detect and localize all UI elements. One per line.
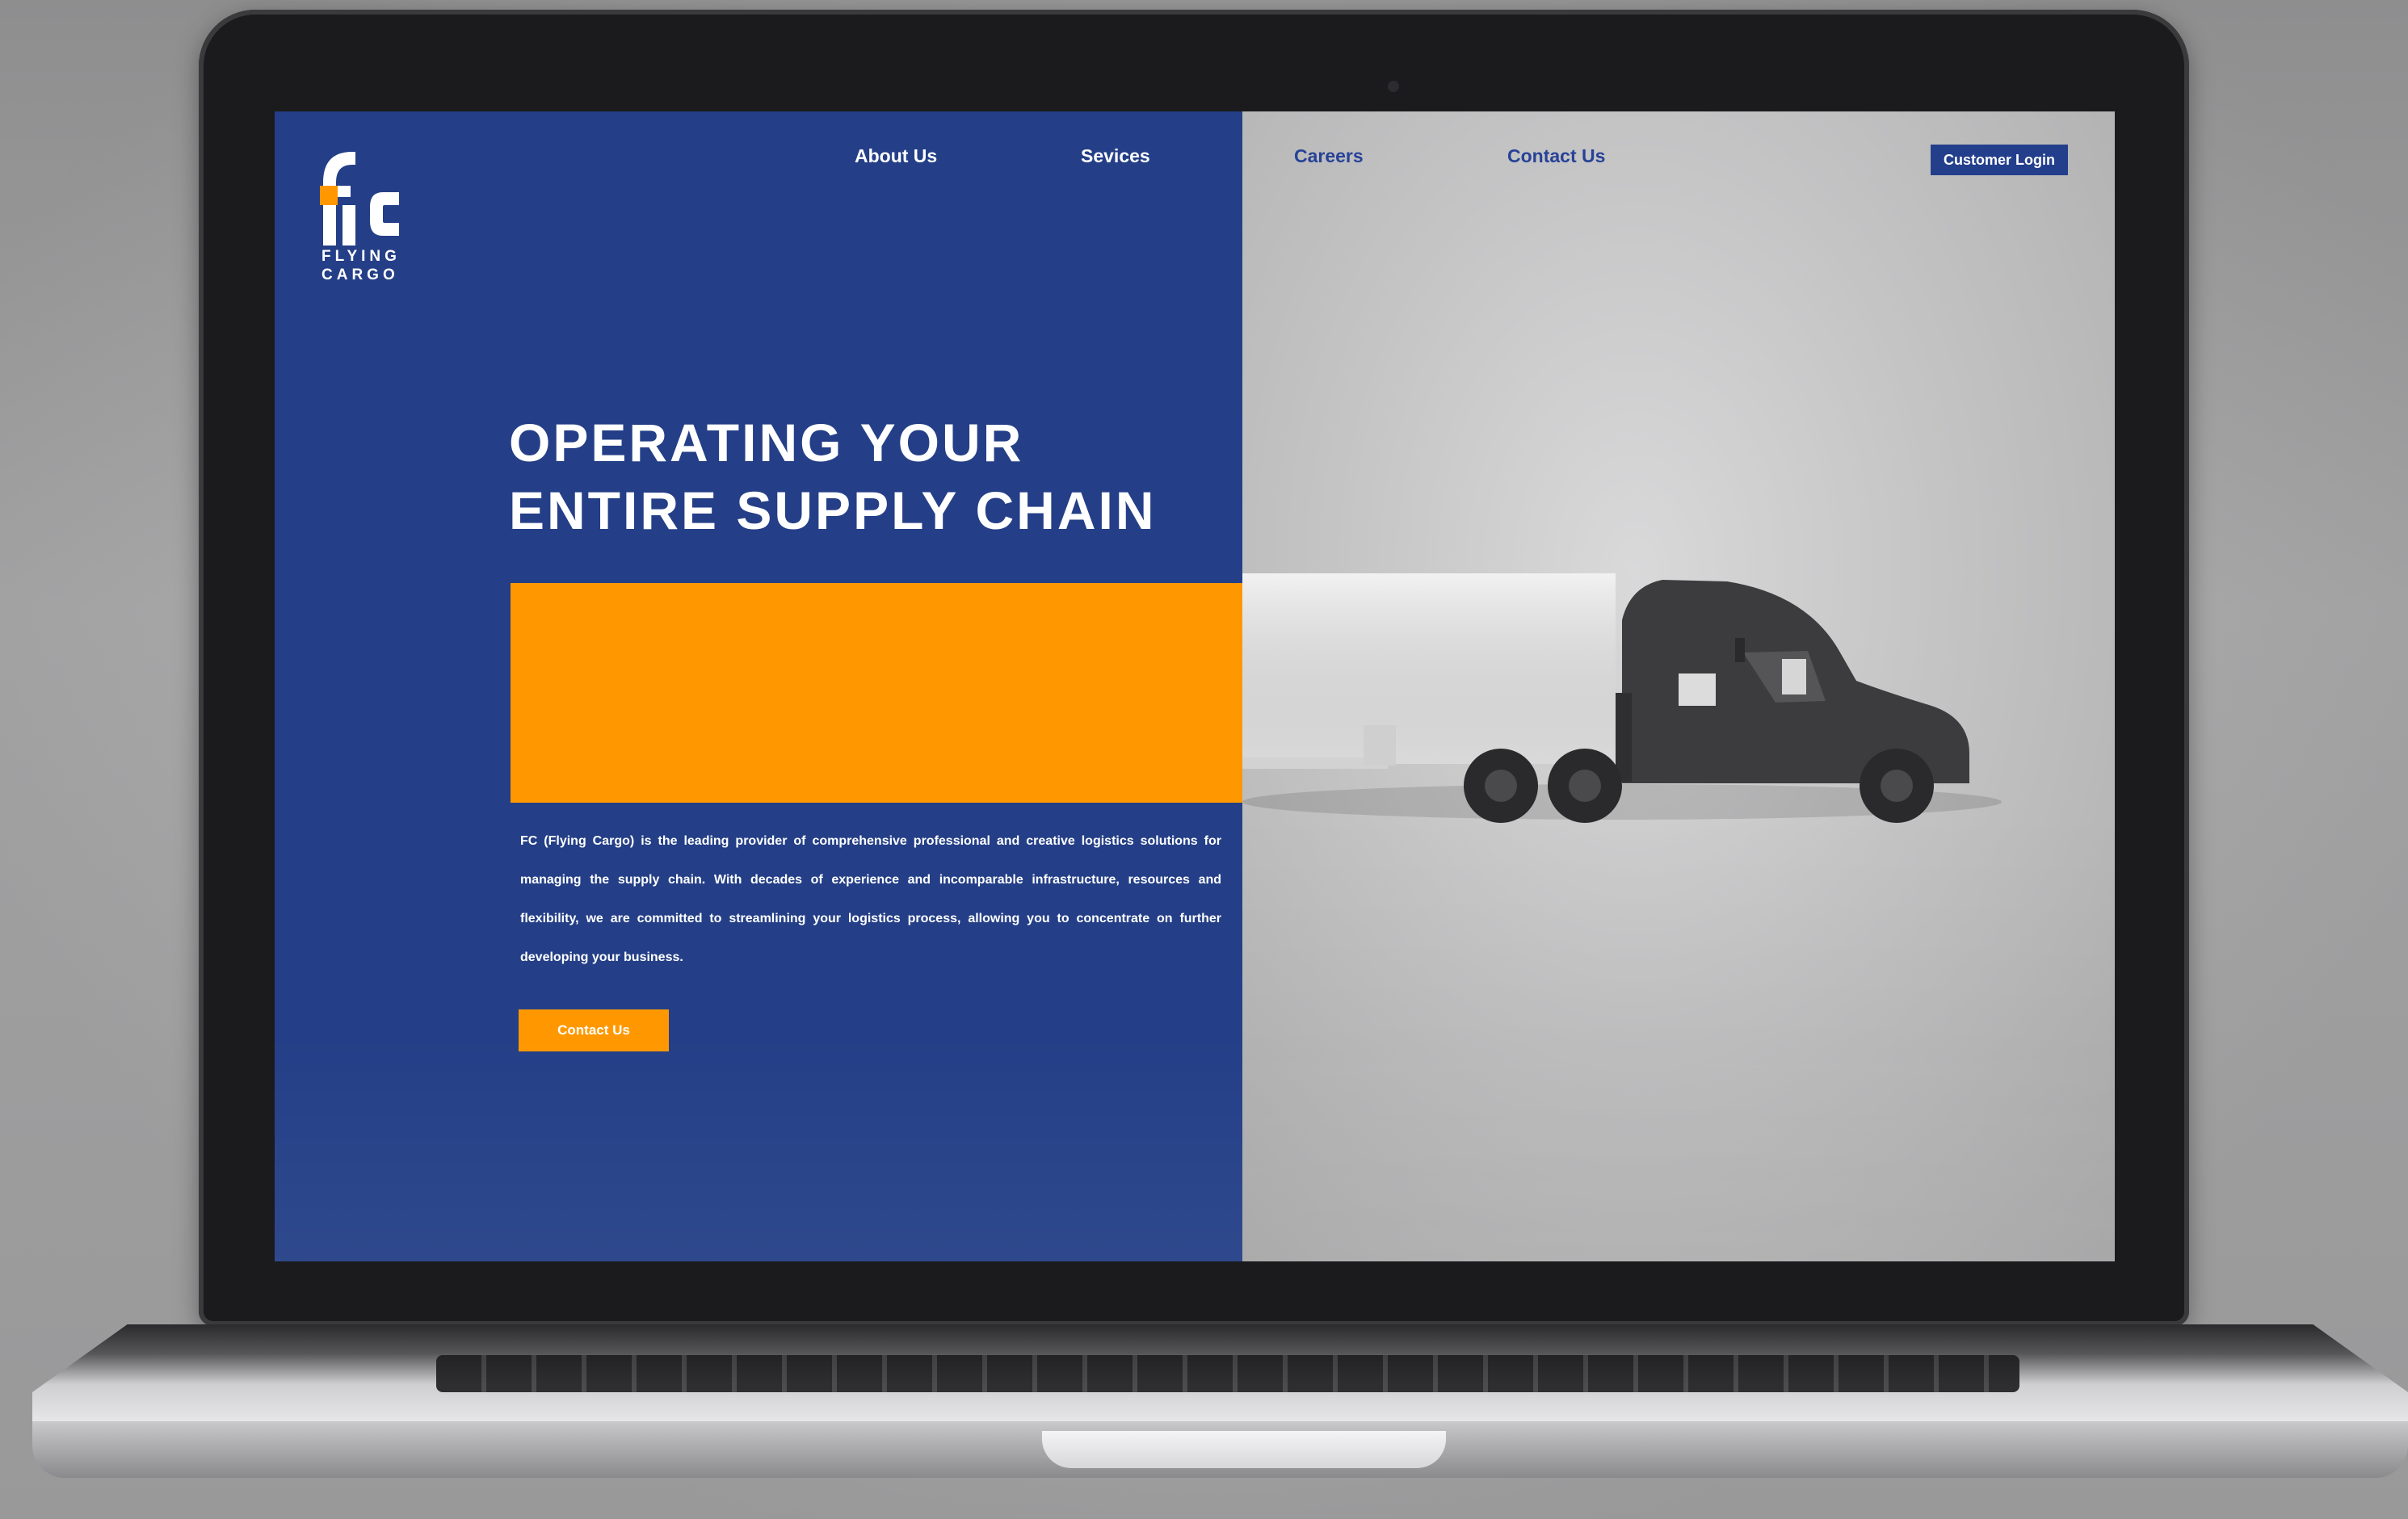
laptop-base [32, 1324, 2408, 1486]
keyboard-edge [436, 1355, 2019, 1392]
website-screen: FLYING CARGO About Us Sevices Careers Co… [275, 111, 2115, 1261]
headline-line-2: ENTIRE SUPPLY CHAIN [509, 480, 1157, 540]
logo-wordmark: FLYING CARGO [321, 247, 410, 284]
screen-reflection [275, 1032, 2115, 1261]
nav-services[interactable]: Sevices [1081, 145, 1150, 167]
nav-careers[interactable]: Careers [1294, 145, 1364, 167]
logo-line-1: FLYING [321, 248, 401, 265]
laptop-hinge [32, 1324, 2408, 1421]
nav-contact-us[interactable]: Contact Us [1507, 145, 1605, 167]
hero-description: FC (Flying Cargo) is the leading provide… [520, 834, 1221, 964]
headline-line-1: OPERATING YOUR [509, 413, 1024, 472]
customer-login-button[interactable]: Customer Login [1931, 145, 2068, 175]
semi-truck-icon [1242, 573, 2002, 823]
logo-line-2: CARGO [321, 266, 399, 283]
nav-about-us[interactable]: About Us [855, 145, 937, 167]
trackpad-notch [1042, 1431, 1446, 1468]
camera-icon [1388, 81, 1399, 92]
hero-headline: OPERATING YOUR ENTIRE SUPPLY CHAIN [509, 409, 1236, 544]
orange-accent-block [511, 583, 1242, 803]
